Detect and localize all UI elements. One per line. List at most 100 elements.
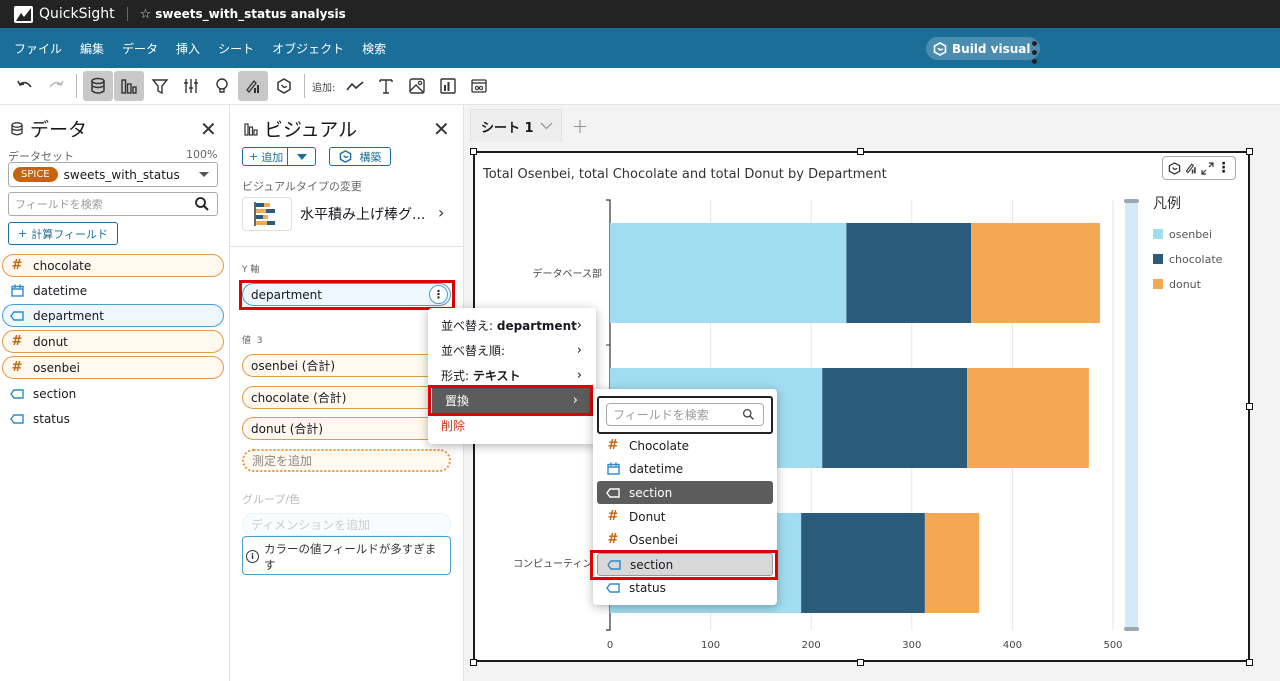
properties-button[interactable] <box>176 71 206 101</box>
section-divider <box>230 246 464 247</box>
add-visual-dropdown[interactable] <box>288 153 315 160</box>
x-tick-label: 0 <box>607 640 613 651</box>
submenu-field-section-hover[interactable]: section <box>597 553 773 576</box>
add-visual-main[interactable]: + 追加 <box>243 148 289 165</box>
value-field-well[interactable]: donut (合計) <box>242 417 451 440</box>
visual-pane-toggle[interactable] <box>114 71 144 101</box>
values-label-text: 値 <box>242 336 252 346</box>
chevron-down-icon[interactable] <box>540 122 553 130</box>
dimension-tag-icon <box>9 310 25 321</box>
undo-button[interactable] <box>10 71 40 101</box>
resize-handle[interactable] <box>470 148 477 155</box>
add-measure-drop-zone[interactable]: 測定を追加 <box>242 449 451 472</box>
submenu-field-chocolate[interactable]: # Chocolate <box>597 434 773 457</box>
x-tick-label: 500 <box>1103 640 1122 651</box>
sheet-tab-active[interactable]: シート 1 <box>470 109 562 142</box>
submenu-field-status[interactable]: status <box>597 576 773 599</box>
field-osenbei[interactable]: # osenbei <box>2 356 224 379</box>
data-panel-title: データ <box>10 115 87 142</box>
submenu-field-section-current[interactable]: section <box>597 481 773 504</box>
chart-scrollbar <box>1125 200 1138 630</box>
more-options-icon[interactable]: ••• <box>1025 39 1041 66</box>
chevron-right-icon[interactable]: › <box>438 203 444 222</box>
submenu-field-donut[interactable]: # Donut <box>597 505 773 528</box>
bar-osenbei <box>610 223 847 323</box>
resize-handle[interactable] <box>857 659 864 666</box>
build-button[interactable] <box>269 71 299 101</box>
sheet-tab-label: シート 1 <box>481 120 534 136</box>
add-sheet-plus-icon[interactable]: + <box>572 114 589 138</box>
menu-item-prefix: 並べ替え: <box>441 319 497 333</box>
build-visual-button[interactable]: Build visual <box>926 37 1040 60</box>
analysis-title[interactable]: sweets_with_status analysis <box>155 7 346 21</box>
toolbar-divider <box>304 74 305 98</box>
field-search-input[interactable]: フィールドを検索 <box>8 192 218 216</box>
field-chocolate[interactable]: # chocolate <box>2 254 224 277</box>
resize-handle[interactable] <box>470 659 477 666</box>
field-section[interactable]: section <box>2 382 224 405</box>
menu-insert[interactable]: 挿入 <box>176 40 200 57</box>
line-chart-icon <box>346 81 364 91</box>
add-visual-button[interactable] <box>340 71 370 101</box>
field-department[interactable]: department <box>2 304 224 327</box>
add-image-button[interactable] <box>402 71 432 101</box>
build-visual-panel-button[interactable]: 構築 <box>329 147 391 166</box>
field-label: Chocolate <box>629 438 690 453</box>
field-label: status <box>33 411 70 426</box>
add-calculated-field-button[interactable]: + 計算フィールド <box>8 222 118 245</box>
quicksight-logo[interactable]: QuickSight <box>14 5 115 23</box>
value-field-well[interactable]: osenbei (合計) <box>242 354 451 377</box>
submenu-field-datetime[interactable]: datetime <box>597 457 773 480</box>
info-icon: i <box>246 550 259 563</box>
field-datetime[interactable]: datetime <box>2 279 224 302</box>
submenu-search-focus-ring: フィールドを検索 <box>597 396 773 434</box>
y-axis-field-well[interactable]: department ⋮ <box>242 283 451 306</box>
close-visual-panel-icon[interactable]: ✕ <box>433 117 450 141</box>
field-label: section <box>629 485 673 500</box>
field-donut[interactable]: # donut <box>2 330 224 353</box>
resize-handle[interactable] <box>1246 403 1253 410</box>
menu-data[interactable]: データ <box>122 40 158 57</box>
submenu-field-osenbei[interactable]: # Osenbei <box>597 528 773 551</box>
insight-icon <box>440 78 457 94</box>
menu-object[interactable]: オブジェクト <box>272 40 344 57</box>
filter-button[interactable] <box>145 71 175 101</box>
add-embed-button[interactable] <box>464 71 494 101</box>
add-insight-button[interactable] <box>433 71 463 101</box>
star-icon[interactable]: ☆ <box>140 7 152 22</box>
menu-sort-by[interactable]: 並べ替え: department › <box>428 313 596 338</box>
close-data-panel-icon[interactable]: ✕ <box>200 117 217 141</box>
sliders-icon <box>184 79 198 93</box>
add-label: 追加: <box>312 82 336 94</box>
lightbulb-icon <box>216 78 228 93</box>
add-text-button[interactable] <box>371 71 401 101</box>
menu-replace[interactable]: 置換 › <box>432 388 592 413</box>
insights-button[interactable] <box>207 71 237 101</box>
redo-button[interactable] <box>41 71 71 101</box>
visual-type-thumbnail[interactable] <box>242 197 292 231</box>
add-dimension-drop-zone[interactable]: ディメンションを追加 <box>242 513 451 536</box>
add-visual-button[interactable]: + 追加 <box>242 147 316 166</box>
menu-delete[interactable]: 削除 <box>428 413 596 438</box>
resize-handle[interactable] <box>1246 148 1253 155</box>
submenu-field-search-input[interactable]: フィールドを検索 <box>606 403 764 426</box>
menu-edit[interactable]: 編集 <box>80 40 104 57</box>
menu-file[interactable]: ファイル <box>14 40 62 57</box>
value-field-well[interactable]: chocolate (合計) <box>242 386 451 409</box>
data-pane-toggle[interactable] <box>83 71 113 101</box>
resize-handle[interactable] <box>857 148 864 155</box>
field-status[interactable]: status <box>2 407 224 430</box>
menu-search[interactable]: 検索 <box>362 40 386 57</box>
menu-format[interactable]: 形式: テキスト › <box>428 363 596 388</box>
field-options-kebab-icon[interactable]: ⋮ <box>429 285 448 304</box>
dataset-dropdown[interactable]: SPICE sweets_with_status <box>8 162 218 187</box>
menu-sort-order[interactable]: 並べ替え順: › <box>428 338 596 363</box>
visual-type-name[interactable]: 水平積み上げ棒グ... <box>300 204 425 224</box>
sheet-tabs: シート 1 + <box>470 109 588 142</box>
build-icon <box>339 150 351 163</box>
resize-handle[interactable] <box>1246 659 1253 666</box>
caret-down-icon <box>296 153 307 160</box>
format-visual-button[interactable] <box>238 71 268 101</box>
menu-sheet[interactable]: シート <box>218 40 254 57</box>
legend-title: 凡例 <box>1153 196 1181 212</box>
